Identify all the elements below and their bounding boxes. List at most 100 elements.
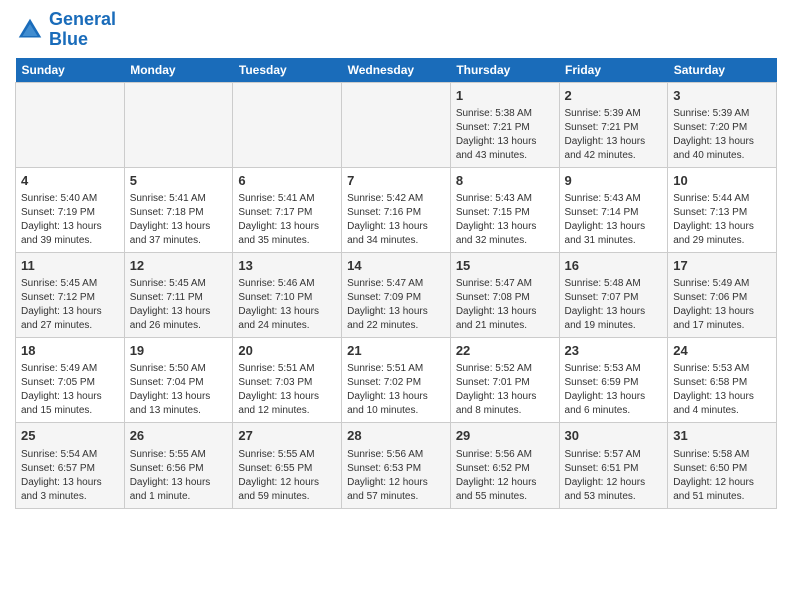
page-header: General Blue (15, 10, 777, 50)
day-header-tuesday: Tuesday (233, 58, 342, 83)
calendar-cell: 12 Sunrise: 5:45 AM Sunset: 7:11 PM Dayli… (124, 252, 233, 337)
day-number: 14 (347, 257, 445, 275)
day-info: Sunrise: 5:45 AM Sunset: 7:11 PM Dayligh… (130, 277, 228, 333)
day-header-thursday: Thursday (450, 58, 559, 83)
day-number: 18 (21, 342, 119, 360)
calendar-cell: 5 Sunrise: 5:41 AM Sunset: 7:18 PM Daylig… (124, 167, 233, 252)
day-number: 19 (130, 342, 228, 360)
day-info: Sunrise: 5:41 AM Sunset: 7:17 PM Dayligh… (238, 192, 336, 248)
day-header-friday: Friday (559, 58, 668, 83)
day-number: 13 (238, 257, 336, 275)
logo-text: General Blue (49, 10, 116, 50)
day-number: 24 (673, 342, 771, 360)
day-header-wednesday: Wednesday (342, 58, 451, 83)
calendar-cell: 17 Sunrise: 5:49 AM Sunset: 7:06 PM Dayli… (668, 252, 777, 337)
day-info: Sunrise: 5:38 AM Sunset: 7:21 PM Dayligh… (456, 107, 554, 163)
day-number: 10 (673, 172, 771, 190)
day-info: Sunrise: 5:47 AM Sunset: 7:08 PM Dayligh… (456, 277, 554, 333)
day-number: 1 (456, 87, 554, 105)
calendar-cell: 14 Sunrise: 5:47 AM Sunset: 7:09 PM Dayli… (342, 252, 451, 337)
day-number: 21 (347, 342, 445, 360)
day-info: Sunrise: 5:51 AM Sunset: 7:03 PM Dayligh… (238, 362, 336, 418)
day-number: 2 (565, 87, 663, 105)
day-info: Sunrise: 5:54 AM Sunset: 6:57 PM Dayligh… (21, 448, 119, 504)
calendar-cell: 1 Sunrise: 5:38 AM Sunset: 7:21 PM Daylig… (450, 82, 559, 167)
day-number: 28 (347, 427, 445, 445)
day-number: 17 (673, 257, 771, 275)
calendar-cell: 8Sunrise: 5:43 AM Sunset: 7:15 PM Daylig… (450, 167, 559, 252)
calendar-week-2: 4 Sunrise: 5:40 AM Sunset: 7:19 PM Daylig… (16, 167, 777, 252)
calendar-cell: 6 Sunrise: 5:41 AM Sunset: 7:17 PM Daylig… (233, 167, 342, 252)
day-number: 27 (238, 427, 336, 445)
day-header-saturday: Saturday (668, 58, 777, 83)
day-info: Sunrise: 5:51 AM Sunset: 7:02 PM Dayligh… (347, 362, 445, 418)
day-info: Sunrise: 5:41 AM Sunset: 7:18 PM Dayligh… (130, 192, 228, 248)
day-info: Sunrise: 5:58 AM Sunset: 6:50 PM Dayligh… (673, 448, 771, 504)
day-info: Sunrise: 5:45 AM Sunset: 7:12 PM Dayligh… (21, 277, 119, 333)
calendar-cell: 2 Sunrise: 5:39 AM Sunset: 7:21 PM Daylig… (559, 82, 668, 167)
day-number: 25 (21, 427, 119, 445)
day-info: Sunrise: 5:44 AM Sunset: 7:13 PM Dayligh… (673, 192, 771, 248)
day-info: Sunrise: 5:53 AM Sunset: 6:59 PM Dayligh… (565, 362, 663, 418)
day-header-sunday: Sunday (16, 58, 125, 83)
calendar-cell (233, 82, 342, 167)
calendar-week-1: 1 Sunrise: 5:38 AM Sunset: 7:21 PM Daylig… (16, 82, 777, 167)
day-number: 6 (238, 172, 336, 190)
calendar-cell: 25 Sunrise: 5:54 AM Sunset: 6:57 PM Dayli… (16, 423, 125, 508)
calendar-cell: 21 Sunrise: 5:51 AM Sunset: 7:02 PM Dayli… (342, 338, 451, 423)
calendar-cell (16, 82, 125, 167)
day-info: Sunrise: 5:46 AM Sunset: 7:10 PM Dayligh… (238, 277, 336, 333)
calendar-week-3: 11 Sunrise: 5:45 AM Sunset: 7:12 PM Dayli… (16, 252, 777, 337)
day-number: 8 (456, 172, 554, 190)
calendar-cell: 18 Sunrise: 5:49 AM Sunset: 7:05 PM Dayli… (16, 338, 125, 423)
day-number: 30 (565, 427, 663, 445)
day-number: 4 (21, 172, 119, 190)
logo: General Blue (15, 10, 116, 50)
day-info: Sunrise: 5:53 AM Sunset: 6:58 PM Dayligh… (673, 362, 771, 418)
calendar-cell: 4 Sunrise: 5:40 AM Sunset: 7:19 PM Daylig… (16, 167, 125, 252)
calendar-cell: 9Sunrise: 5:43 AM Sunset: 7:14 PM Daylig… (559, 167, 668, 252)
day-info: Sunrise: 5:52 AM Sunset: 7:01 PM Dayligh… (456, 362, 554, 418)
calendar-cell: 24 Sunrise: 5:53 AM Sunset: 6:58 PM Dayli… (668, 338, 777, 423)
day-number: 31 (673, 427, 771, 445)
day-number: 11 (21, 257, 119, 275)
calendar-table: SundayMondayTuesdayWednesdayThursdayFrid… (15, 58, 777, 509)
day-number: 12 (130, 257, 228, 275)
day-info: Sunrise: 5:56 AM Sunset: 6:53 PM Dayligh… (347, 448, 445, 504)
calendar-cell: 16 Sunrise: 5:48 AM Sunset: 7:07 PM Dayli… (559, 252, 668, 337)
calendar-cell: 28 Sunrise: 5:56 AM Sunset: 6:53 PM Dayli… (342, 423, 451, 508)
calendar-week-4: 18 Sunrise: 5:49 AM Sunset: 7:05 PM Dayli… (16, 338, 777, 423)
day-info: Sunrise: 5:39 AM Sunset: 7:21 PM Dayligh… (565, 107, 663, 163)
day-info: Sunrise: 5:49 AM Sunset: 7:05 PM Dayligh… (21, 362, 119, 418)
calendar-week-5: 25 Sunrise: 5:54 AM Sunset: 6:57 PM Dayli… (16, 423, 777, 508)
day-number: 16 (565, 257, 663, 275)
calendar-cell: 7Sunrise: 5:42 AM Sunset: 7:16 PM Daylig… (342, 167, 451, 252)
day-number: 5 (130, 172, 228, 190)
day-info: Sunrise: 5:56 AM Sunset: 6:52 PM Dayligh… (456, 448, 554, 504)
day-info: Sunrise: 5:50 AM Sunset: 7:04 PM Dayligh… (130, 362, 228, 418)
calendar-cell: 30 Sunrise: 5:57 AM Sunset: 6:51 PM Dayli… (559, 423, 668, 508)
logo-icon (15, 15, 45, 45)
day-info: Sunrise: 5:55 AM Sunset: 6:56 PM Dayligh… (130, 448, 228, 504)
day-number: 22 (456, 342, 554, 360)
calendar-cell (342, 82, 451, 167)
day-number: 29 (456, 427, 554, 445)
day-info: Sunrise: 5:49 AM Sunset: 7:06 PM Dayligh… (673, 277, 771, 333)
day-number: 9 (565, 172, 663, 190)
day-info: Sunrise: 5:57 AM Sunset: 6:51 PM Dayligh… (565, 448, 663, 504)
calendar-cell: 22 Sunrise: 5:52 AM Sunset: 7:01 PM Dayli… (450, 338, 559, 423)
day-info: Sunrise: 5:42 AM Sunset: 7:16 PM Dayligh… (347, 192, 445, 248)
calendar-cell: 15Sunrise: 5:47 AM Sunset: 7:08 PM Dayli… (450, 252, 559, 337)
day-info: Sunrise: 5:48 AM Sunset: 7:07 PM Dayligh… (565, 277, 663, 333)
day-header-monday: Monday (124, 58, 233, 83)
day-number: 20 (238, 342, 336, 360)
calendar-body: 1 Sunrise: 5:38 AM Sunset: 7:21 PM Daylig… (16, 82, 777, 508)
day-number: 3 (673, 87, 771, 105)
day-info: Sunrise: 5:40 AM Sunset: 7:19 PM Dayligh… (21, 192, 119, 248)
day-number: 23 (565, 342, 663, 360)
calendar-cell: 19 Sunrise: 5:50 AM Sunset: 7:04 PM Dayli… (124, 338, 233, 423)
calendar-cell: 29 Sunrise: 5:56 AM Sunset: 6:52 PM Dayli… (450, 423, 559, 508)
day-info: Sunrise: 5:47 AM Sunset: 7:09 PM Dayligh… (347, 277, 445, 333)
day-info: Sunrise: 5:39 AM Sunset: 7:20 PM Dayligh… (673, 107, 771, 163)
calendar-cell: 13 Sunrise: 5:46 AM Sunset: 7:10 PM Dayli… (233, 252, 342, 337)
